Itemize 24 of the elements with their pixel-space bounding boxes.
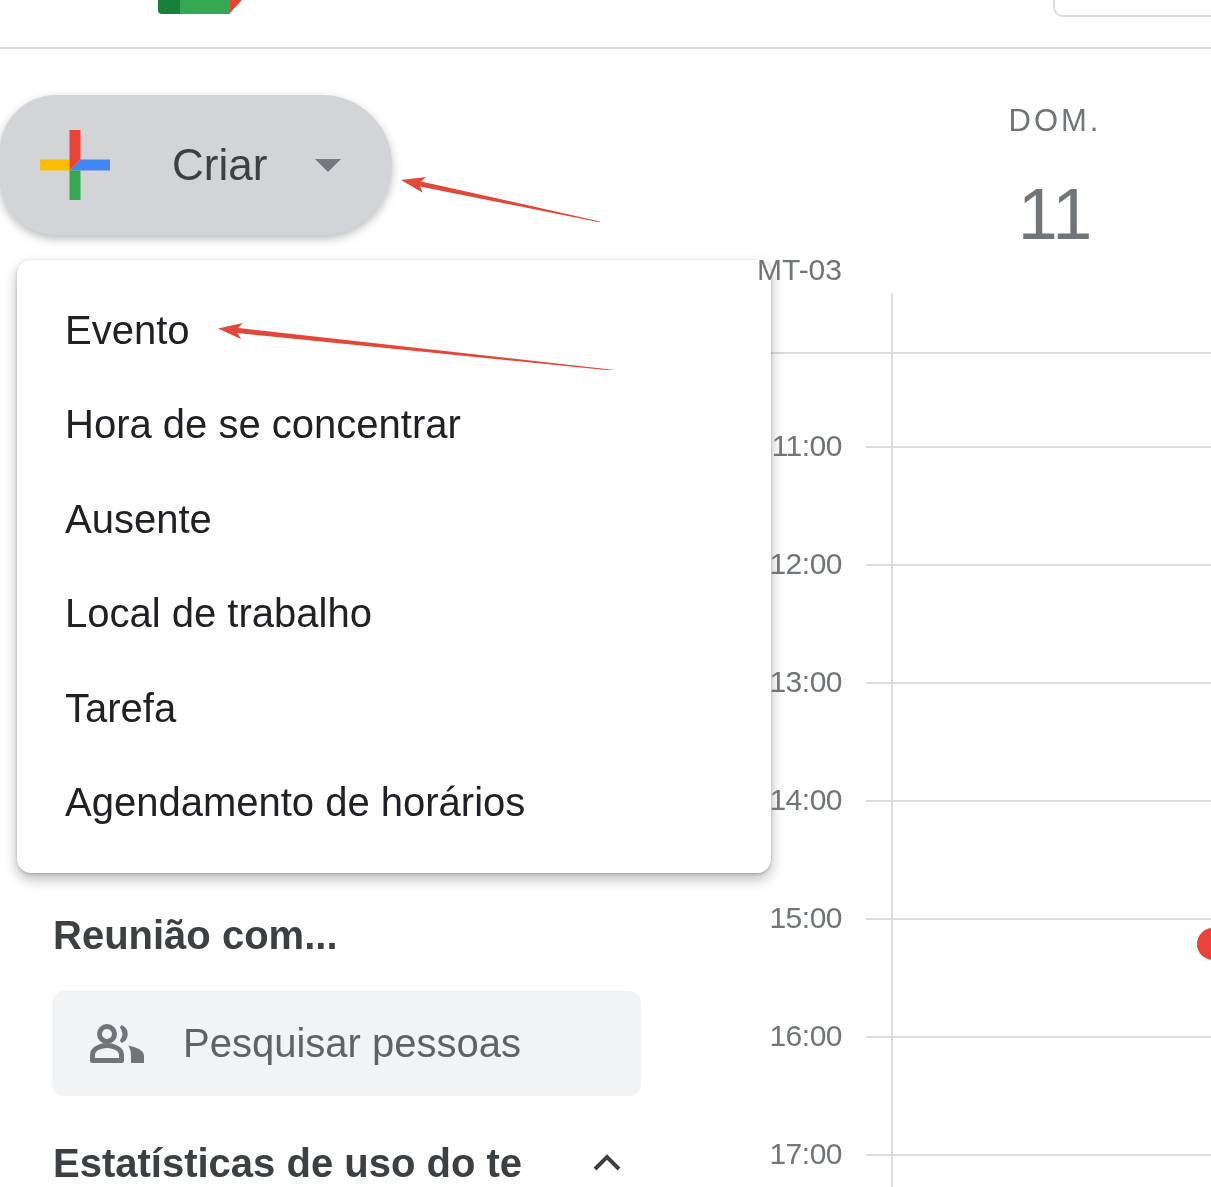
- people-search-field[interactable]: Pesquisar pessoas: [52, 991, 641, 1096]
- hour-label: 17:00: [769, 1136, 842, 1172]
- create-button[interactable]: Criar: [0, 95, 392, 235]
- people-icon: [90, 1023, 146, 1063]
- calendar-logo-icon: [158, 0, 242, 14]
- menu-item[interactable]: Tarefa: [17, 661, 771, 756]
- hour-label: 13:00: [769, 664, 842, 700]
- hour-label: 12:00: [769, 546, 842, 582]
- menu-item[interactable]: Local de trabalho: [17, 566, 771, 661]
- date-number: 11: [1017, 174, 1093, 254]
- hour-label: 11:00: [771, 428, 842, 464]
- menu-item[interactable]: Ausente: [17, 472, 771, 567]
- time-indicator-icon: [1197, 928, 1211, 960]
- weekday-label: DOM.: [1008, 103, 1102, 139]
- menu-item[interactable]: Agendamento de horários: [17, 755, 771, 850]
- plus-icon: [40, 130, 110, 200]
- hour-label: 16:00: [769, 1018, 842, 1054]
- caret-icon: [315, 158, 342, 172]
- hour-label: 14:00: [769, 782, 842, 818]
- menu-item[interactable]: Hora de se concentrar: [17, 377, 771, 472]
- section-title: Reunião com...: [53, 912, 338, 959]
- hour-label: 15:00: [769, 900, 842, 936]
- chevron-icon[interactable]: [592, 1154, 623, 1172]
- section-title: Estatísticas de uso do te: [53, 1140, 523, 1187]
